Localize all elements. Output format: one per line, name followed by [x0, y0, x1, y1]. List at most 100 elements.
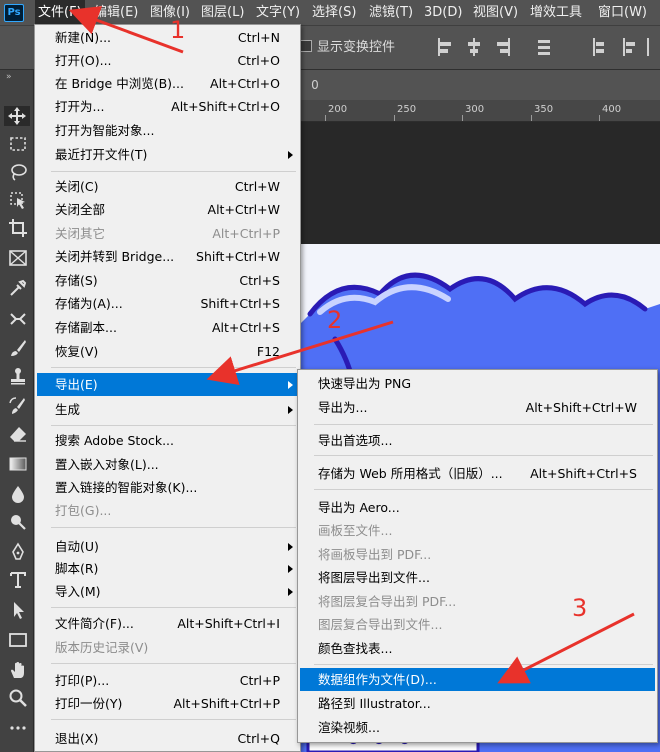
menu-item-print-one-copy[interactable]: 打印一份(Y) Alt+Shift+Ctrl+P	[37, 692, 298, 715]
menu-item-open-as[interactable]: 打开为... Alt+Shift+Ctrl+O	[37, 95, 298, 118]
show-transform-checkbox[interactable]	[300, 40, 312, 52]
rectangle-tool-icon[interactable]	[8, 630, 28, 650]
menu-item-render-video[interactable]: 渲染视频...	[300, 716, 655, 739]
menu-item-shortcut: Alt+Shift+Ctrl+O	[171, 99, 280, 114]
menu-type[interactable]: 文字(Y)	[256, 0, 300, 26]
blur-tool-icon[interactable]	[8, 484, 28, 504]
menu-item-save-for-web-legacy[interactable]: 存储为 Web 所用格式（旧版）... Alt+Shift+Ctrl+S	[300, 462, 655, 485]
menu-view[interactable]: 视图(V)	[473, 0, 518, 26]
submenu-arrow-icon	[288, 565, 293, 573]
menu-layer[interactable]: 图层(L)	[201, 0, 244, 26]
menu-item-shortcut: Alt+Ctrl+O	[210, 76, 280, 91]
tools-panel: »	[0, 70, 34, 752]
collapse-icon[interactable]: »	[6, 72, 12, 82]
menu-window[interactable]: 窗口(W)	[598, 0, 647, 26]
type-tool-icon[interactable]	[8, 570, 28, 590]
menu-item-file-info[interactable]: 文件简介(F)... Alt+Shift+Ctrl+I	[37, 612, 298, 635]
menu-item-exit[interactable]: 退出(X) Ctrl+Q	[37, 727, 298, 750]
menu-item-label: 新建(N)...	[55, 30, 112, 45]
eyedropper-tool-icon[interactable]	[8, 278, 28, 298]
show-transform-controls[interactable]: 显示变换控件	[300, 39, 395, 57]
menu-item-place-linked[interactable]: 置入链接的智能对象(K)...	[37, 476, 298, 499]
menu-item-import[interactable]: 导入(M)	[37, 580, 298, 603]
menu-item-save-a-copy[interactable]: 存储副本... Alt+Ctrl+S	[37, 316, 298, 339]
menu-item-close-all[interactable]: 关闭全部 Alt+Ctrl+W	[37, 198, 298, 221]
pen-tool-icon[interactable]	[8, 542, 28, 562]
menu-item-export[interactable]: 导出(E)	[37, 373, 298, 396]
align-bottom-icon[interactable]	[621, 38, 637, 56]
menu-item-shortcut: Alt+Shift+Ctrl+S	[530, 466, 637, 481]
healing-brush-tool-icon[interactable]	[8, 308, 28, 328]
menu-item-automate[interactable]: 自动(U)	[37, 535, 298, 558]
align-vcenter-icon[interactable]	[591, 38, 607, 56]
path-selection-tool-icon[interactable]	[8, 600, 28, 620]
menu-3d[interactable]: 3D(D)	[424, 0, 462, 26]
menu-item-search-adobe-stock[interactable]: 搜索 Adobe Stock...	[37, 429, 298, 452]
menu-item-open[interactable]: 打开(O)... Ctrl+O	[37, 49, 298, 72]
menu-item-generate[interactable]: 生成	[37, 398, 298, 421]
menu-item-label: 存储副本...	[55, 320, 117, 335]
menu-item-open-recent[interactable]: 最近打开文件(T)	[37, 143, 298, 166]
gradient-tool-icon[interactable]	[8, 454, 28, 474]
eraser-tool-icon[interactable]	[8, 424, 28, 444]
menu-item-save-as[interactable]: 存储为(A)... Shift+Ctrl+S	[37, 292, 298, 315]
frame-tool-icon[interactable]	[8, 248, 28, 268]
move-tool-icon[interactable]	[4, 106, 30, 126]
menu-item-color-lookup-tables[interactable]: 颜色查找表...	[300, 637, 655, 660]
menu-item-open-as-smart-object[interactable]: 打开为智能对象...	[37, 119, 298, 142]
menu-item-label: 版本历史记录(V)	[55, 640, 149, 655]
menu-item-label: 打印一份(Y)	[55, 696, 123, 711]
menu-item-export-preferences[interactable]: 导出首选项...	[300, 429, 655, 452]
menu-item-revert[interactable]: 恢复(V) F12	[37, 340, 298, 363]
distribute-icon[interactable]	[646, 38, 660, 56]
menu-filter[interactable]: 滤镜(T)	[369, 0, 413, 26]
align-top-icon[interactable]	[536, 38, 552, 56]
menu-item-quick-export-png[interactable]: 快速导出为 PNG	[300, 372, 655, 395]
history-brush-tool-icon[interactable]	[8, 396, 28, 416]
show-transform-label: 显示变换控件	[317, 40, 396, 55]
brush-tool-icon[interactable]	[8, 338, 28, 358]
menu-separator	[51, 607, 296, 608]
clone-stamp-tool-icon[interactable]	[8, 366, 28, 386]
menu-item-label: 将画板导出到 PDF...	[318, 547, 432, 562]
annotation-step-3: 3	[572, 594, 588, 622]
crop-tool-icon[interactable]	[8, 218, 28, 238]
object-select-tool-icon[interactable]	[8, 190, 28, 210]
align-center-icon[interactable]	[466, 38, 482, 56]
document-tab[interactable]: 0	[300, 72, 330, 98]
marquee-tool-icon[interactable]	[8, 134, 28, 154]
align-left-icon[interactable]	[437, 38, 453, 56]
menu-item-data-sets-as-files[interactable]: 数据组作为文件(D)...	[300, 668, 655, 691]
menu-item-export-as[interactable]: 导出为... Alt+Shift+Ctrl+W	[300, 396, 655, 419]
align-right-icon[interactable]	[495, 38, 511, 56]
menu-file[interactable]: 文件(F)	[35, 0, 85, 26]
menu-item-browse-in-bridge[interactable]: 在 Bridge 中浏览(B)... Alt+Ctrl+O	[37, 72, 298, 95]
menu-item-new[interactable]: 新建(N)... Ctrl+N	[37, 26, 298, 49]
menu-plugins[interactable]: 增效工具	[530, 0, 582, 26]
menu-item-label: 路径到 Illustrator...	[318, 696, 431, 711]
menu-item-print[interactable]: 打印(P)... Ctrl+P	[37, 669, 298, 692]
lasso-tool-icon[interactable]	[8, 162, 28, 182]
menu-item-paths-to-illustrator[interactable]: 路径到 Illustrator...	[300, 692, 655, 715]
menu-item-label: 搜索 Adobe Stock...	[55, 433, 175, 448]
menu-item-scripts[interactable]: 脚本(R)	[37, 557, 298, 580]
menu-item-label: 将图层导出到文件...	[318, 570, 430, 585]
menu-separator	[51, 367, 296, 368]
hand-tool-icon[interactable]	[8, 660, 28, 680]
menu-item-close[interactable]: 关闭(C) Ctrl+W	[37, 175, 298, 198]
menu-item-shortcut: Alt+Shift+Ctrl+P	[173, 696, 280, 711]
menu-edit[interactable]: 编辑(E)	[94, 0, 138, 26]
dodge-tool-icon[interactable]	[8, 512, 28, 532]
annotation-step-1: 1	[170, 16, 186, 44]
menu-item-export-as-aero[interactable]: 导出为 Aero...	[300, 496, 655, 519]
zoom-tool-icon[interactable]	[8, 688, 28, 708]
menu-separator	[51, 171, 296, 172]
menu-item-layers-to-files[interactable]: 将图层导出到文件...	[300, 566, 655, 589]
more-tools-icon[interactable]	[8, 718, 28, 738]
export-submenu: 快速导出为 PNG 导出为... Alt+Shift+Ctrl+W 导出首选项..…	[297, 369, 658, 743]
menu-item-label: 存储(S)	[55, 273, 98, 288]
menu-item-save[interactable]: 存储(S) Ctrl+S	[37, 269, 298, 292]
menu-select[interactable]: 选择(S)	[312, 0, 356, 26]
menu-item-place-embedded[interactable]: 置入嵌入对象(L)...	[37, 453, 298, 476]
menu-item-close-and-go-to-bridge[interactable]: 关闭并转到 Bridge... Shift+Ctrl+W	[37, 245, 298, 268]
